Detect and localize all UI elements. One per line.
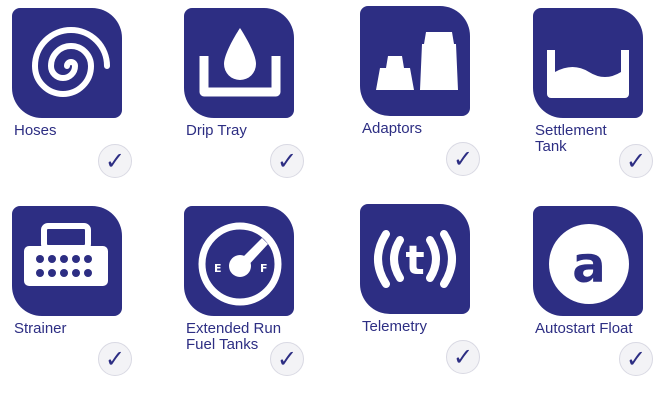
telemetry-letter: t: [405, 238, 424, 284]
checkmark-icon[interactable]: ✓: [619, 144, 653, 178]
item-strainer[interactable]: Strainer ✓: [12, 206, 172, 396]
item-label: Extended Run Fuel Tanks: [186, 320, 282, 353]
item-autostart-float[interactable]: a Autostart Float ✓: [533, 206, 659, 396]
gauge-empty-label: E: [214, 262, 222, 275]
settlement-tank-icon: [533, 8, 643, 118]
checkmark-icon[interactable]: ✓: [446, 142, 480, 176]
autostart-float-icon: a: [533, 206, 643, 316]
item-extended-run-fuel-tanks[interactable]: E F Extended Run Fuel Tanks ✓: [184, 206, 344, 396]
item-label: Drip Tray: [186, 122, 247, 139]
item-adaptors[interactable]: Adaptors ✓: [360, 6, 520, 196]
telemetry-icon: t: [360, 204, 470, 314]
strainer-icon: [12, 206, 122, 316]
item-label: Settlement Tank: [535, 122, 607, 155]
float-letter: a: [572, 236, 606, 294]
item-label: Adaptors: [362, 120, 423, 137]
adaptors-icon: [360, 6, 470, 116]
item-drip-tray[interactable]: Drip Tray ✓: [184, 8, 344, 198]
item-label: Telemetry: [362, 318, 428, 335]
item-hoses[interactable]: Hoses ✓: [12, 8, 172, 198]
item-label: Strainer: [14, 320, 67, 337]
item-label: Hoses: [14, 122, 57, 139]
checkmark-icon[interactable]: ✓: [270, 144, 304, 178]
checkmark-icon[interactable]: ✓: [446, 340, 480, 374]
item-label: Autostart Float: [535, 320, 633, 337]
fuel-gauge-icon: E F: [184, 206, 294, 316]
drip-tray-icon: [184, 8, 294, 118]
checkmark-icon[interactable]: ✓: [270, 342, 304, 376]
gauge-full-label: F: [260, 262, 268, 275]
item-settlement-tank[interactable]: Settlement Tank ✓: [533, 8, 659, 198]
checkmark-icon[interactable]: ✓: [98, 342, 132, 376]
checkmark-icon[interactable]: ✓: [98, 144, 132, 178]
item-telemetry[interactable]: t Telemetry ✓: [360, 204, 520, 394]
hose-coil-icon: [12, 8, 122, 118]
checkmark-icon[interactable]: ✓: [619, 342, 653, 376]
